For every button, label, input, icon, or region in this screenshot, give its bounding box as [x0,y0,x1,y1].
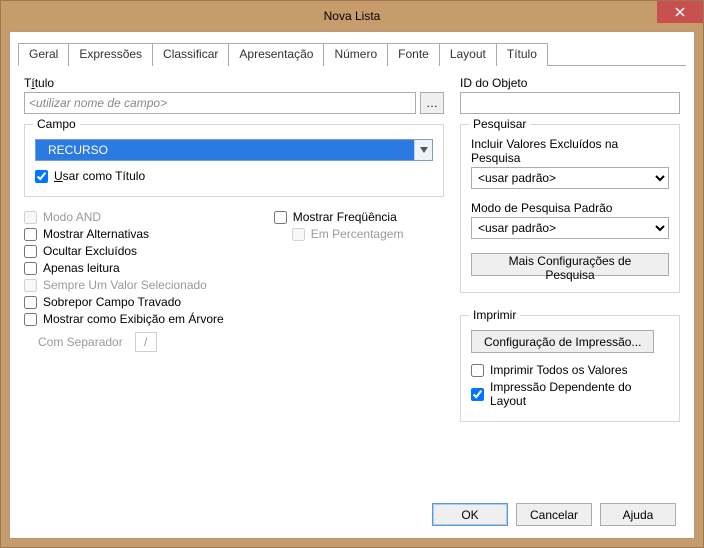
campo-group: Campo RECURSO Usar como Título [24,124,444,197]
usar-como-titulo-checkbox[interactable] [35,170,48,183]
tab-apresentacao[interactable]: Apresentação [228,43,324,66]
button-bar: OK Cancelar Ajuda [24,495,680,526]
tab-numero[interactable]: Número [323,43,388,66]
apenas-leitura-checkbox[interactable] [24,262,37,275]
sobrepor-travado-checkbox[interactable] [24,296,37,309]
exibicao-arvore-label: Mostrar como Exibição em Árvore [43,312,224,326]
pesquisar-group: Pesquisar Incluir Valores Excluídos na P… [460,124,680,293]
imprimir-todos-label: Imprimir Todos os Valores [490,363,628,377]
pesquisar-legend: Pesquisar [469,117,530,131]
tab-geral[interactable]: Geral [18,43,69,66]
mostrar-frequencia-label: Mostrar Freqüência [293,210,397,224]
window-title: Nova Lista [324,9,381,23]
titulo-label: Título [24,76,444,90]
com-separador-input [135,332,157,352]
tab-titulo[interactable]: Título [496,43,548,66]
modo-and-label: Modo AND [43,210,101,224]
incluir-label: Incluir Valores Excluídos na Pesquisa [471,137,669,165]
sempre-um-valor-checkbox [24,279,37,292]
campo-combo-value: RECURSO [36,140,414,160]
config-impressao-button[interactable]: Configuração de Impressão... [471,330,654,353]
sempre-um-valor-label: Sempre Um Valor Selecionado [43,278,207,292]
mais-config-pesquisa-button[interactable]: Mais Configurações de Pesquisa [471,253,669,276]
client-area: Geral Expressões Classificar Apresentaçã… [9,31,695,539]
modo-pesquisa-label: Modo de Pesquisa Padrão [471,201,669,215]
com-separador-label: Com Separador [38,335,123,349]
tab-page-geral: Título … ID do Objeto [18,66,686,530]
campo-legend: Campo [33,117,80,131]
impressao-dep-layout-label: Impressão Dependente do Layout [490,380,669,408]
campo-combo-button[interactable] [414,140,432,160]
usar-como-titulo-label: Usar como Título [54,169,145,183]
mostrar-frequencia-checkbox[interactable] [274,211,287,224]
help-button[interactable]: Ajuda [600,503,676,526]
cancel-button[interactable]: Cancelar [516,503,592,526]
id-objeto-label: ID do Objeto [460,76,680,90]
em-percentagem-checkbox [292,228,305,241]
imprimir-group: Imprimir Configuração de Impressão... Im… [460,315,680,422]
sobrepor-travado-label: Sobrepor Campo Travado [43,295,181,309]
ocultar-excluidos-checkbox[interactable] [24,245,37,258]
chevron-down-icon [420,147,428,153]
titulo-input[interactable] [24,92,416,114]
tabstrip: Geral Expressões Classificar Apresentaçã… [18,42,686,66]
tab-expressoes[interactable]: Expressões [68,43,153,66]
ok-button[interactable]: OK [432,503,508,526]
imprimir-legend: Imprimir [469,308,520,322]
titlebar: Nova Lista [1,1,703,31]
campo-combo[interactable]: RECURSO [35,139,433,161]
tab-fonte[interactable]: Fonte [387,43,440,66]
dialog-window: Nova Lista Geral Expressões Classificar … [0,0,704,548]
tab-classificar[interactable]: Classificar [152,43,229,66]
titulo-expression-button[interactable]: … [420,92,444,114]
impressao-dep-layout-checkbox[interactable] [471,388,484,401]
close-button[interactable] [657,1,703,23]
em-percentagem-label: Em Percentagem [311,227,404,241]
mostrar-alternativas-label: Mostrar Alternativas [43,227,149,241]
exibicao-arvore-checkbox[interactable] [24,313,37,326]
ellipsis-icon: … [426,96,438,110]
id-objeto-input[interactable] [460,92,680,114]
incluir-valores-select[interactable]: <usar padrão> [471,167,669,189]
ocultar-excluidos-label: Ocultar Excluídos [43,244,137,258]
mostrar-alternativas-checkbox[interactable] [24,228,37,241]
imprimir-todos-checkbox[interactable] [471,364,484,377]
close-icon [675,7,685,17]
modo-pesquisa-select[interactable]: <usar padrão> [471,217,669,239]
apenas-leitura-label: Apenas leitura [43,261,120,275]
modo-and-checkbox [24,211,37,224]
tab-layout[interactable]: Layout [439,43,497,66]
